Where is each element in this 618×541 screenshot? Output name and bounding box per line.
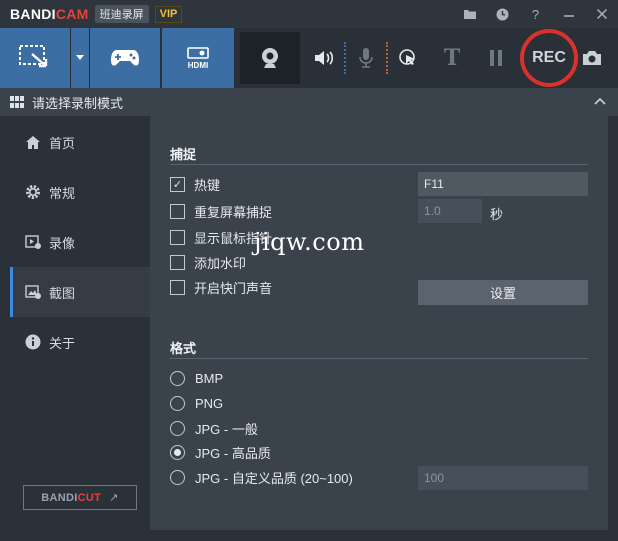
format-radio[interactable] [170,469,185,485]
help-icon[interactable]: ? [519,0,552,28]
shutter-sound-row[interactable]: 开启快门声音 [170,277,272,297]
hotkey-checkbox[interactable]: ✓ [170,176,185,192]
text-overlay-button[interactable]: T [432,28,472,88]
add-watermark-row[interactable]: 添加水印 [170,252,246,272]
divider [170,358,588,359]
title-bar: BANDICAM 班迪录屏 VIP ? [0,0,618,28]
add-watermark-checkbox[interactable] [170,254,185,270]
home-icon [23,135,43,150]
toolbar: HDMI T REC [0,28,618,88]
repeat-interval-field[interactable]: 1.0 [418,199,482,223]
cursor-click-icon [399,49,415,65]
capture-section-title: 捕捉 [170,147,197,162]
format-option-jpg-high[interactable]: JPG - 高品质 [170,442,271,462]
speaker-button[interactable] [304,28,344,88]
sidebar-item-label: 截图 [49,285,76,301]
format-option-label: JPG - 一般 [195,421,258,437]
pause-icon [490,50,502,66]
hdmi-label: HDMI [187,60,209,70]
hdmi-device-icon [187,46,209,59]
camera-icon [583,51,601,65]
clock-icon[interactable] [486,0,519,28]
info-icon [23,334,43,350]
format-option-jpg-normal[interactable]: JPG - 一般 [170,418,258,438]
screenshot-button[interactable] [578,28,606,88]
watermark-settings-button[interactable]: 设置 [418,280,588,305]
folder-icon[interactable] [453,0,486,28]
sidebar: 首页 常规 录像 截图 关于 BANDI CUT ↗ [10,116,150,530]
add-watermark-label: 添加水印 [194,255,247,271]
sidebar-item-label: 常规 [49,185,76,201]
format-option-label: JPG - 高品质 [195,445,271,461]
divider [170,164,588,165]
mode-dropdown-button[interactable] [71,28,89,88]
site-watermark: jiqw.com [254,228,365,256]
mode-selector-label: 请选择录制模式 [32,95,124,111]
screen-recording-mode-button[interactable] [0,28,70,88]
webcam-button[interactable] [240,32,300,84]
show-cursor-checkbox[interactable] [170,229,185,245]
screen-area-icon [19,45,48,68]
webcam-icon [262,48,278,68]
format-section-title: 格式 [170,341,197,356]
format-radio-selected[interactable] [170,444,185,460]
custom-quality-field[interactable]: 100 [418,466,588,490]
repeat-capture-checkbox[interactable] [170,203,185,219]
format-option-label: BMP [195,370,224,386]
app-cn-name: 班迪录屏 [94,5,149,23]
format-radio[interactable] [170,395,185,411]
mode-selector-bar[interactable]: 请选择录制模式 [0,88,618,116]
sidebar-item-general[interactable]: 常规 [10,167,150,217]
sidebar-item-home[interactable]: 首页 [10,117,150,167]
repeat-capture-label: 重复屏幕捕捉 [194,204,273,220]
sidebar-item-label: 首页 [49,135,76,151]
minimize-icon[interactable] [552,0,585,28]
format-option-label: JPG - 自定义品质 (20~100) [195,470,353,486]
format-option-bmp[interactable]: BMP [170,368,223,388]
cursor-effects-button[interactable] [388,28,428,88]
format-option-label: PNG [195,395,224,411]
sidebar-item-video[interactable]: 录像 [10,217,150,267]
format-radio[interactable] [170,420,185,436]
hotkey-field[interactable]: F11 [418,172,588,196]
external-link-icon: ↗ [109,492,119,504]
repeat-interval-unit: 秒 [490,207,504,222]
hotkey-label: 热键 [194,177,221,193]
speaker-icon [315,51,334,65]
format-option-png[interactable]: PNG [170,393,223,413]
format-radio[interactable] [170,370,185,386]
grid-icon [10,96,24,108]
bandicut-button[interactable]: BANDI CUT ↗ [23,485,137,510]
microphone-icon [359,48,373,68]
format-option-jpg-custom[interactable]: JPG - 自定义品质 (20~100) [170,467,353,487]
record-button[interactable]: REC [520,29,578,87]
sidebar-item-label: 录像 [49,235,76,251]
shutter-sound-checkbox[interactable] [170,279,185,295]
vip-badge[interactable]: VIP [154,5,183,23]
sidebar-item-screenshot[interactable]: 截图 [10,267,150,317]
chevron-down-icon [76,55,84,60]
sidebar-item-label: 关于 [49,335,76,351]
chevron-up-icon[interactable] [594,94,606,108]
repeat-capture-row[interactable]: 重复屏幕捕捉 [170,201,272,221]
shutter-sound-label: 开启快门声音 [194,280,273,296]
gear-icon [23,184,43,200]
microphone-button[interactable] [346,28,386,88]
device-recording-mode-button[interactable]: HDMI [162,28,234,88]
close-icon[interactable] [585,0,618,28]
app-logo: BANDICAM [10,6,89,22]
hotkey-checkbox-row[interactable]: ✓ 热键 [170,174,220,194]
gamepad-icon [111,50,139,66]
screenshot-settings-panel: 捕捉 ✓ 热键 F11 重复屏幕捕捉 1.0 秒 显示鼠标指针 添加水印 开启快… [150,116,608,530]
game-recording-mode-button[interactable] [90,28,160,88]
pause-button[interactable] [476,28,516,88]
video-settings-icon [23,234,43,250]
sidebar-item-about[interactable]: 关于 [10,317,150,367]
screenshot-settings-icon [23,284,43,300]
